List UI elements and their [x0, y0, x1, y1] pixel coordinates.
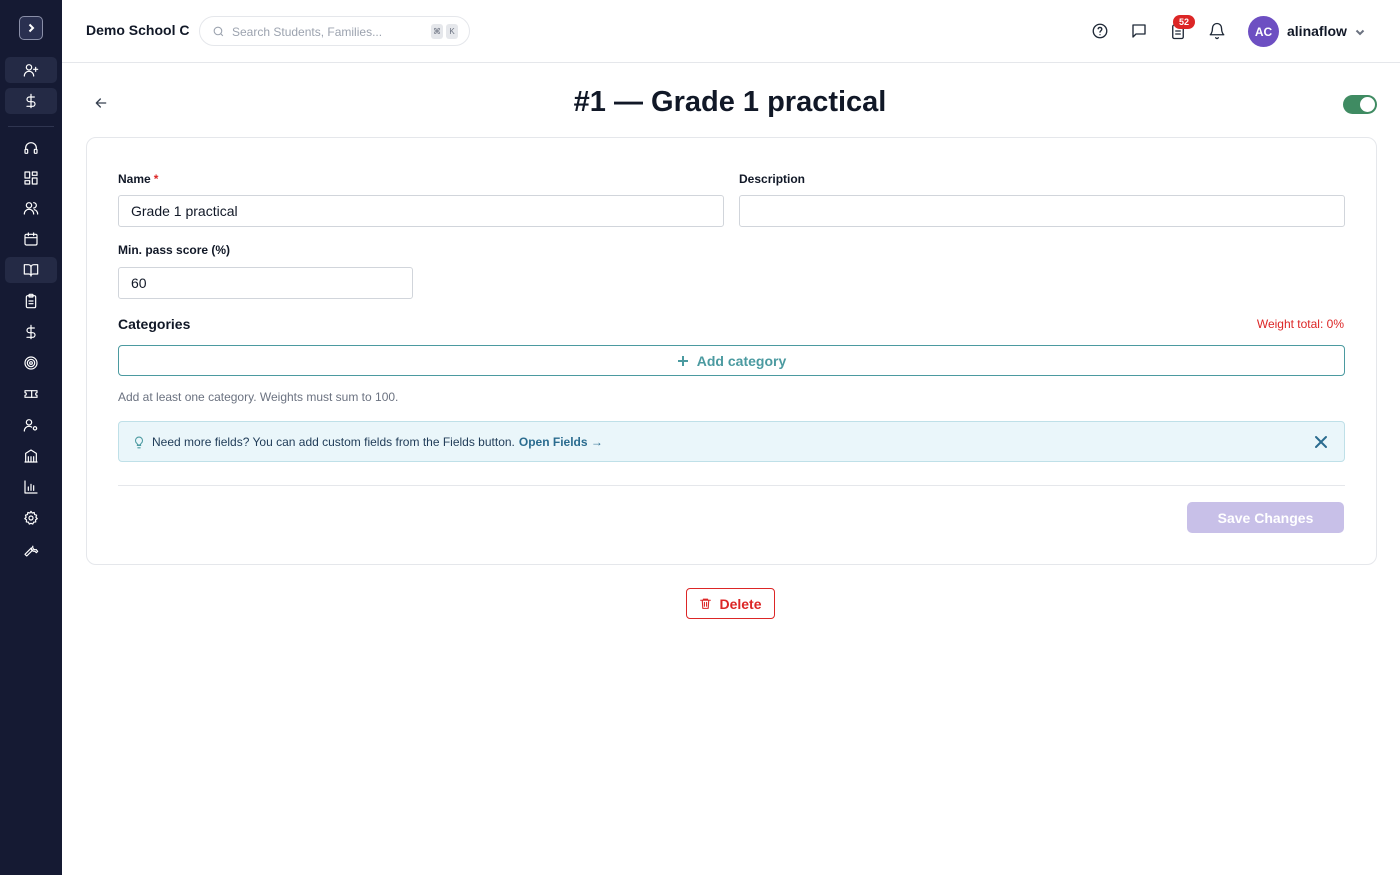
categories-title: Categories — [118, 316, 191, 332]
headset-icon — [24, 142, 38, 154]
dashboard-icon — [24, 171, 38, 185]
dollar-icon — [26, 324, 36, 340]
lightbulb-icon — [132, 435, 146, 449]
toggle-knob — [1360, 97, 1375, 112]
shortcut-key-cmd: ⌘ — [431, 24, 443, 39]
notifications-button[interactable] — [1207, 21, 1227, 41]
name-label-text: Name — [118, 172, 151, 186]
calendar-icon — [24, 232, 38, 246]
categories-hint: Add at least one category. Weights must … — [118, 390, 399, 404]
target-icon — [24, 356, 38, 370]
sidebar-item-support[interactable] — [5, 135, 57, 161]
sidebar-item-tools[interactable] — [5, 537, 57, 563]
add-category-label: Add category — [696, 352, 787, 369]
username[interactable]: alinaflow — [1287, 23, 1347, 39]
search-icon — [213, 26, 224, 37]
wrench-icon — [24, 545, 39, 557]
user-settings-icon — [23, 419, 38, 432]
building-icon — [24, 449, 38, 463]
sidebar-item-calendar[interactable] — [5, 226, 57, 252]
book-icon — [23, 264, 39, 277]
gear-icon — [24, 510, 38, 525]
sidebar-item-assessments[interactable] — [5, 288, 57, 314]
sidebar-item-settings[interactable] — [5, 505, 57, 531]
weight-total: Weight total: 0% — [1256, 317, 1344, 331]
close-banner-button[interactable] — [1314, 435, 1328, 449]
delete-label: Delete — [719, 595, 762, 612]
help-icon — [1092, 23, 1108, 39]
description-field[interactable] — [739, 195, 1345, 227]
arrow-left-icon — [95, 98, 107, 108]
min-pass-label: Min. pass score (%) — [118, 243, 231, 257]
info-text: Need more fields? You can add custom fie… — [152, 435, 603, 449]
users-icon — [23, 202, 39, 215]
description-label: Description — [739, 172, 806, 186]
sidebar-item-locations[interactable] — [5, 443, 57, 469]
chevron-right-icon — [28, 23, 35, 33]
required-marker: * — [153, 172, 159, 186]
dollar-icon — [26, 93, 36, 109]
chevron-down-icon — [1355, 29, 1365, 36]
name-label: Name * — [118, 172, 158, 186]
shortcut-key-k: K — [446, 24, 458, 39]
plus-icon — [677, 355, 688, 366]
sidebar — [0, 0, 62, 875]
chat-icon — [1132, 24, 1146, 38]
user-menu-toggle[interactable] — [1353, 25, 1367, 39]
name-field[interactable] — [118, 195, 724, 227]
active-toggle[interactable] — [1343, 95, 1377, 114]
sidebar-item-tickets[interactable] — [5, 381, 57, 407]
search-input[interactable] — [232, 23, 422, 41]
sidebar-item-dashboard[interactable] — [5, 165, 57, 191]
info-message: Need more fields? You can add custom fie… — [152, 435, 515, 449]
clipboard-icon — [25, 293, 37, 309]
top-header: Demo School C ⌘ K — [62, 0, 1400, 63]
add-category-button[interactable]: Add category — [118, 345, 1345, 376]
sidebar-item-reports[interactable] — [5, 474, 57, 500]
sidebar-item-goals[interactable] — [5, 350, 57, 376]
trash-icon — [700, 598, 712, 609]
save-changes-button[interactable]: Save Changes — [1187, 502, 1344, 533]
sidebar-item-people[interactable] — [5, 195, 57, 221]
sidebar-expand-button[interactable] — [19, 16, 43, 40]
bell-icon — [1209, 22, 1225, 40]
open-fields-link[interactable]: Open Fields → — [519, 435, 603, 449]
card-divider — [118, 485, 1345, 486]
messages-button[interactable] — [1129, 21, 1149, 41]
min-pass-score-field[interactable] — [118, 267, 413, 299]
back-button[interactable] — [91, 93, 111, 113]
sidebar-item-add-student[interactable] — [5, 57, 57, 83]
info-banner: Need more fields? You can add custom fie… — [118, 421, 1345, 462]
sidebar-divider — [8, 126, 54, 127]
ticket-icon — [24, 390, 38, 398]
tasks-count-badge: 52 — [1173, 15, 1195, 29]
school-name[interactable]: Demo School C — [86, 22, 189, 38]
sidebar-item-staff[interactable] — [5, 412, 57, 438]
close-icon — [1315, 436, 1327, 448]
assessment-form-card: Name* Description Min. pass score (%) Ca… — [86, 137, 1377, 565]
global-search[interactable]: ⌘ K — [199, 16, 470, 46]
chart-icon — [24, 480, 38, 494]
sidebar-item-courses[interactable] — [5, 257, 57, 283]
sidebar-item-billing[interactable] — [5, 319, 57, 345]
help-button[interactable] — [1090, 21, 1110, 41]
add-user-icon — [23, 64, 39, 77]
avatar[interactable]: AC — [1248, 16, 1279, 47]
page-title: #1 — Grade 1 practical — [573, 86, 887, 118]
delete-button[interactable]: Delete — [686, 588, 775, 619]
sidebar-item-payments-quick[interactable] — [5, 88, 57, 114]
